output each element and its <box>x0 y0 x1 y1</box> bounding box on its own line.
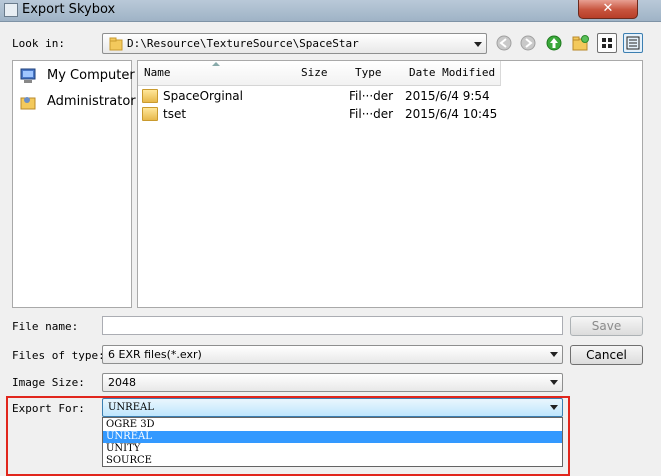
file-name-input[interactable] <box>102 316 563 335</box>
column-header-date[interactable]: Date Modified <box>403 61 501 86</box>
image-size-value: 2048 <box>108 376 136 389</box>
file-name: SpaceOrginal <box>163 89 243 103</box>
column-header-name[interactable]: Name <box>138 61 296 86</box>
save-button[interactable]: Save <box>570 316 643 336</box>
close-icon: ✕ <box>602 1 614 16</box>
column-header-label: Date Modified <box>409 66 496 79</box>
file-type: Fil···der <box>349 107 394 121</box>
user-folder-icon <box>20 97 36 110</box>
window-title: Export Skybox <box>22 2 116 17</box>
column-header-label: Name <box>144 66 171 79</box>
place-label: My Computer <box>47 68 135 83</box>
image-size-label: Image Size: <box>12 376 85 389</box>
grid-view-icon <box>602 38 612 48</box>
look-in-label: Look in: <box>12 37 65 50</box>
file-date: 2015/6/4 10:45 <box>405 107 498 121</box>
chevron-down-icon <box>550 352 558 357</box>
new-folder-icon[interactable] <box>572 34 590 52</box>
file-name-label: File name: <box>12 320 79 333</box>
folder-icon <box>142 107 158 121</box>
folder-icon <box>109 37 123 51</box>
place-administrator[interactable]: Administrator <box>19 92 136 112</box>
file-list: Name Size Type Date Modified SpaceOrgina… <box>137 60 643 308</box>
column-header-type[interactable]: Type <box>349 61 404 86</box>
column-header-size[interactable]: Size <box>295 61 350 86</box>
files-of-type-label: Files of type: <box>12 349 105 362</box>
look-in-path: D:\Resource\TextureSource\SpaceStar <box>127 37 359 50</box>
up-folder-icon[interactable] <box>546 35 562 51</box>
files-of-type-value: 6 EXR files(*.exr) <box>108 348 202 361</box>
title-bar: Export Skybox ✕ <box>0 0 661 22</box>
places-sidebar: My Computer Administrator <box>12 60 136 308</box>
files-of-type-combo[interactable]: 6 EXR files(*.exr) <box>102 345 563 364</box>
computer-icon <box>20 68 36 83</box>
forward-icon[interactable] <box>520 35 536 51</box>
list-view-button[interactable] <box>597 33 617 53</box>
folder-icon <box>142 89 158 103</box>
file-date: 2015/6/4 9:54 <box>405 89 490 103</box>
cancel-button[interactable]: Cancel <box>570 345 643 365</box>
sort-ascending-icon <box>212 62 220 66</box>
close-button[interactable]: ✕ <box>578 0 638 19</box>
detail-view-button[interactable] <box>623 33 643 53</box>
file-type: Fil···der <box>349 89 394 103</box>
place-label: Administrator <box>47 94 136 109</box>
column-header-label: Size <box>301 66 328 79</box>
image-size-combo[interactable]: 2048 <box>102 373 563 392</box>
back-icon[interactable] <box>496 35 512 51</box>
column-header-label: Type <box>355 66 382 79</box>
file-row[interactable]: SpaceOrginal Fil···der 2015/6/4 9:54 <box>138 87 642 105</box>
annotation-highlight-box <box>6 396 570 476</box>
app-icon <box>4 3 18 17</box>
chevron-down-icon <box>550 380 558 385</box>
file-name: tset <box>163 107 187 121</box>
file-row[interactable]: tset Fil···der 2015/6/4 10:45 <box>138 105 642 123</box>
look-in-combo[interactable]: D:\Resource\TextureSource\SpaceStar <box>102 33 487 54</box>
chevron-down-icon <box>474 42 482 47</box>
place-my-computer[interactable]: My Computer <box>19 66 135 86</box>
detail-view-icon <box>626 36 640 50</box>
